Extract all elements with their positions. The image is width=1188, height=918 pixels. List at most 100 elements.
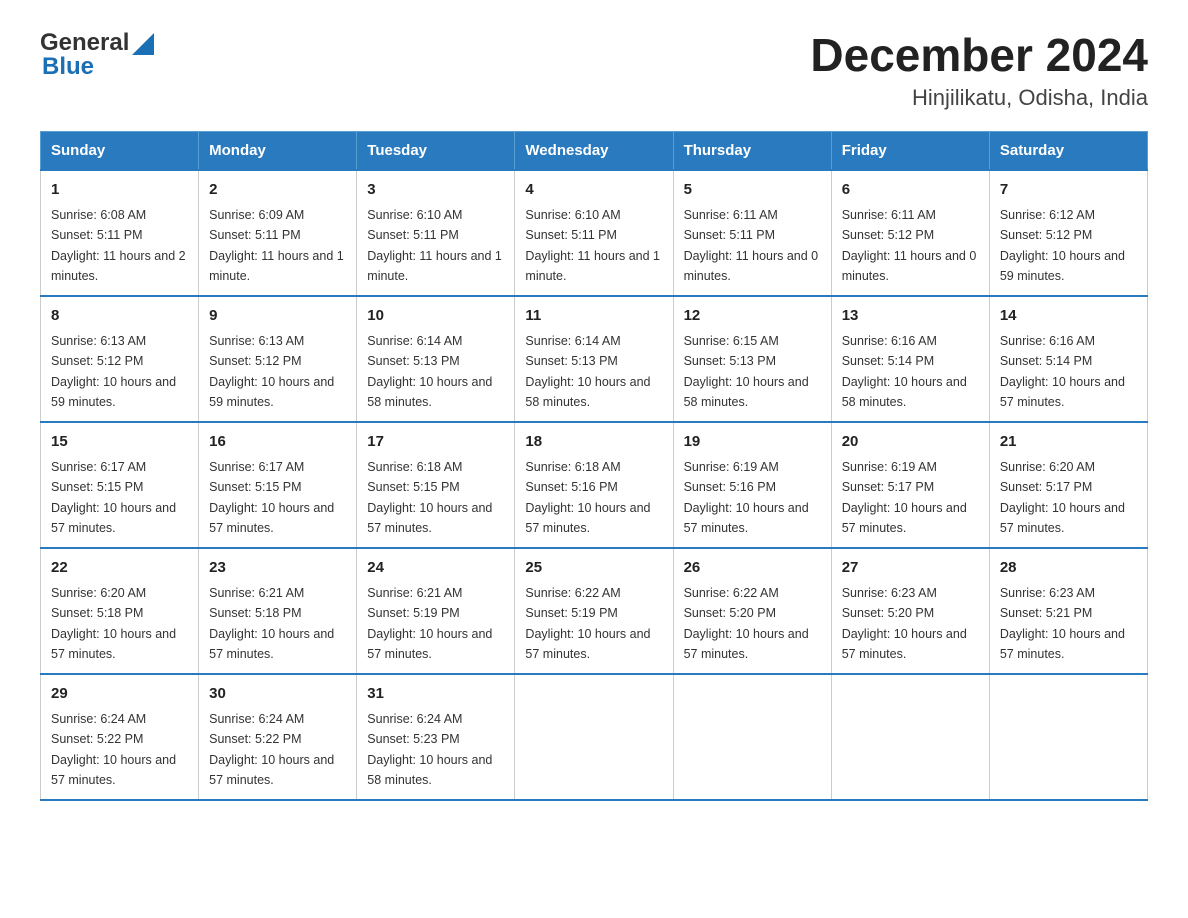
- calendar-cell: 23 Sunrise: 6:21 AMSunset: 5:18 PMDaylig…: [199, 548, 357, 674]
- calendar-cell: 17 Sunrise: 6:18 AMSunset: 5:15 PMDaylig…: [357, 422, 515, 548]
- calendar-cell: 2 Sunrise: 6:09 AMSunset: 5:11 PMDayligh…: [199, 170, 357, 296]
- calendar-table: Sunday Monday Tuesday Wednesday Thursday…: [40, 131, 1148, 801]
- calendar-cell: 27 Sunrise: 6:23 AMSunset: 5:20 PMDaylig…: [831, 548, 989, 674]
- day-number: 14: [1000, 305, 1137, 328]
- day-number: 17: [367, 431, 504, 454]
- day-info: Sunrise: 6:15 AMSunset: 5:13 PMDaylight:…: [684, 334, 809, 409]
- day-info: Sunrise: 6:13 AMSunset: 5:12 PMDaylight:…: [209, 334, 334, 409]
- calendar-cell: 9 Sunrise: 6:13 AMSunset: 5:12 PMDayligh…: [199, 296, 357, 422]
- day-info: Sunrise: 6:24 AMSunset: 5:23 PMDaylight:…: [367, 712, 492, 787]
- day-info: Sunrise: 6:11 AMSunset: 5:11 PMDaylight:…: [684, 208, 819, 283]
- day-number: 12: [684, 305, 821, 328]
- calendar-cell: 15 Sunrise: 6:17 AMSunset: 5:15 PMDaylig…: [41, 422, 199, 548]
- day-number: 29: [51, 683, 188, 706]
- day-number: 26: [684, 557, 821, 580]
- day-info: Sunrise: 6:17 AMSunset: 5:15 PMDaylight:…: [51, 460, 176, 535]
- day-number: 2: [209, 179, 346, 202]
- day-info: Sunrise: 6:18 AMSunset: 5:16 PMDaylight:…: [525, 460, 650, 535]
- logo: General Blue: [40, 30, 154, 81]
- day-info: Sunrise: 6:08 AMSunset: 5:11 PMDaylight:…: [51, 208, 186, 283]
- week-row-2: 8 Sunrise: 6:13 AMSunset: 5:12 PMDayligh…: [41, 296, 1148, 422]
- day-info: Sunrise: 6:19 AMSunset: 5:17 PMDaylight:…: [842, 460, 967, 535]
- day-number: 30: [209, 683, 346, 706]
- calendar-cell: 7 Sunrise: 6:12 AMSunset: 5:12 PMDayligh…: [989, 170, 1147, 296]
- day-info: Sunrise: 6:14 AMSunset: 5:13 PMDaylight:…: [525, 334, 650, 409]
- calendar-cell: 26 Sunrise: 6:22 AMSunset: 5:20 PMDaylig…: [673, 548, 831, 674]
- logo-block: General Blue: [40, 30, 154, 81]
- day-number: 13: [842, 305, 979, 328]
- calendar-cell: 28 Sunrise: 6:23 AMSunset: 5:21 PMDaylig…: [989, 548, 1147, 674]
- calendar-cell: 1 Sunrise: 6:08 AMSunset: 5:11 PMDayligh…: [41, 170, 199, 296]
- calendar-cell: 3 Sunrise: 6:10 AMSunset: 5:11 PMDayligh…: [357, 170, 515, 296]
- calendar-cell: 11 Sunrise: 6:14 AMSunset: 5:13 PMDaylig…: [515, 296, 673, 422]
- day-number: 16: [209, 431, 346, 454]
- day-number: 3: [367, 179, 504, 202]
- day-info: Sunrise: 6:23 AMSunset: 5:21 PMDaylight:…: [1000, 586, 1125, 661]
- day-info: Sunrise: 6:21 AMSunset: 5:18 PMDaylight:…: [209, 586, 334, 661]
- week-row-5: 29 Sunrise: 6:24 AMSunset: 5:22 PMDaylig…: [41, 674, 1148, 800]
- day-info: Sunrise: 6:14 AMSunset: 5:13 PMDaylight:…: [367, 334, 492, 409]
- calendar-cell: 31 Sunrise: 6:24 AMSunset: 5:23 PMDaylig…: [357, 674, 515, 800]
- header-sunday: Sunday: [41, 131, 199, 170]
- calendar-cell: 20 Sunrise: 6:19 AMSunset: 5:17 PMDaylig…: [831, 422, 989, 548]
- day-number: 9: [209, 305, 346, 328]
- weekday-header-row: Sunday Monday Tuesday Wednesday Thursday…: [41, 131, 1148, 170]
- day-info: Sunrise: 6:11 AMSunset: 5:12 PMDaylight:…: [842, 208, 977, 283]
- calendar-cell: [831, 674, 989, 800]
- header-tuesday: Tuesday: [357, 131, 515, 170]
- calendar-cell: 8 Sunrise: 6:13 AMSunset: 5:12 PMDayligh…: [41, 296, 199, 422]
- day-number: 21: [1000, 431, 1137, 454]
- calendar-cell: 22 Sunrise: 6:20 AMSunset: 5:18 PMDaylig…: [41, 548, 199, 674]
- day-number: 15: [51, 431, 188, 454]
- day-info: Sunrise: 6:20 AMSunset: 5:17 PMDaylight:…: [1000, 460, 1125, 535]
- calendar-cell: 6 Sunrise: 6:11 AMSunset: 5:12 PMDayligh…: [831, 170, 989, 296]
- day-number: 23: [209, 557, 346, 580]
- day-number: 18: [525, 431, 662, 454]
- day-number: 28: [1000, 557, 1137, 580]
- calendar-cell: [673, 674, 831, 800]
- title-section: December 2024 Hinjilikatu, Odisha, India: [810, 30, 1148, 111]
- calendar-cell: 10 Sunrise: 6:14 AMSunset: 5:13 PMDaylig…: [357, 296, 515, 422]
- day-number: 11: [525, 305, 662, 328]
- logo-triangle-icon: [132, 33, 154, 55]
- header-thursday: Thursday: [673, 131, 831, 170]
- day-info: Sunrise: 6:23 AMSunset: 5:20 PMDaylight:…: [842, 586, 967, 661]
- calendar-cell: 16 Sunrise: 6:17 AMSunset: 5:15 PMDaylig…: [199, 422, 357, 548]
- calendar-cell: 21 Sunrise: 6:20 AMSunset: 5:17 PMDaylig…: [989, 422, 1147, 548]
- day-number: 20: [842, 431, 979, 454]
- month-year-title: December 2024: [810, 30, 1148, 81]
- day-number: 5: [684, 179, 821, 202]
- calendar-cell: 25 Sunrise: 6:22 AMSunset: 5:19 PMDaylig…: [515, 548, 673, 674]
- day-number: 10: [367, 305, 504, 328]
- day-number: 31: [367, 683, 504, 706]
- location-subtitle: Hinjilikatu, Odisha, India: [810, 85, 1148, 111]
- day-info: Sunrise: 6:12 AMSunset: 5:12 PMDaylight:…: [1000, 208, 1125, 283]
- day-info: Sunrise: 6:17 AMSunset: 5:15 PMDaylight:…: [209, 460, 334, 535]
- day-number: 1: [51, 179, 188, 202]
- day-number: 7: [1000, 179, 1137, 202]
- calendar-cell: 29 Sunrise: 6:24 AMSunset: 5:22 PMDaylig…: [41, 674, 199, 800]
- week-row-3: 15 Sunrise: 6:17 AMSunset: 5:15 PMDaylig…: [41, 422, 1148, 548]
- calendar-cell: 18 Sunrise: 6:18 AMSunset: 5:16 PMDaylig…: [515, 422, 673, 548]
- day-info: Sunrise: 6:20 AMSunset: 5:18 PMDaylight:…: [51, 586, 176, 661]
- day-number: 25: [525, 557, 662, 580]
- day-number: 6: [842, 179, 979, 202]
- day-number: 22: [51, 557, 188, 580]
- day-info: Sunrise: 6:10 AMSunset: 5:11 PMDaylight:…: [367, 208, 502, 283]
- day-info: Sunrise: 6:10 AMSunset: 5:11 PMDaylight:…: [525, 208, 660, 283]
- page-header: General Blue December 2024 Hinjilikatu, …: [40, 30, 1148, 111]
- day-info: Sunrise: 6:13 AMSunset: 5:12 PMDaylight:…: [51, 334, 176, 409]
- week-row-4: 22 Sunrise: 6:20 AMSunset: 5:18 PMDaylig…: [41, 548, 1148, 674]
- header-wednesday: Wednesday: [515, 131, 673, 170]
- day-number: 19: [684, 431, 821, 454]
- logo-text-blue: Blue: [42, 54, 94, 80]
- calendar-cell: 4 Sunrise: 6:10 AMSunset: 5:11 PMDayligh…: [515, 170, 673, 296]
- calendar-cell: 19 Sunrise: 6:19 AMSunset: 5:16 PMDaylig…: [673, 422, 831, 548]
- day-info: Sunrise: 6:22 AMSunset: 5:19 PMDaylight:…: [525, 586, 650, 661]
- week-row-1: 1 Sunrise: 6:08 AMSunset: 5:11 PMDayligh…: [41, 170, 1148, 296]
- header-saturday: Saturday: [989, 131, 1147, 170]
- calendar-cell: 12 Sunrise: 6:15 AMSunset: 5:13 PMDaylig…: [673, 296, 831, 422]
- calendar-cell: 30 Sunrise: 6:24 AMSunset: 5:22 PMDaylig…: [199, 674, 357, 800]
- calendar-cell: 5 Sunrise: 6:11 AMSunset: 5:11 PMDayligh…: [673, 170, 831, 296]
- day-info: Sunrise: 6:24 AMSunset: 5:22 PMDaylight:…: [51, 712, 176, 787]
